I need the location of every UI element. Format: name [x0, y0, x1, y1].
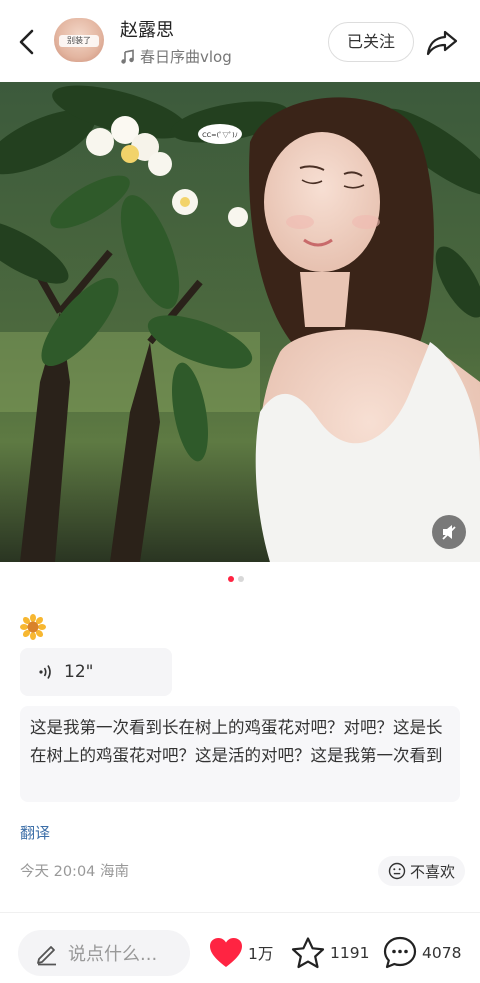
comment-placeholder: 说点什么... [68, 944, 158, 965]
dislike-button[interactable]: 不喜欢 [378, 856, 466, 886]
collect-count: 1191 [330, 944, 370, 962]
music-tag[interactable]: 春日序曲vlog [120, 46, 232, 67]
music-title: 春日序曲vlog [140, 48, 232, 66]
dislike-label: 不喜欢 [410, 862, 456, 881]
share-icon[interactable] [424, 24, 460, 60]
pencil-icon [37, 946, 56, 966]
music-note-icon [121, 49, 134, 64]
avatar-tag-text: 别装了 [59, 35, 99, 47]
author-name[interactable]: 赵露思 [120, 16, 174, 42]
sunflower-emoji-icon [20, 614, 46, 640]
photo-scene-image: CC=(ﾟ▽ﾟ)ﾉ [0, 82, 480, 562]
top-bar: 别装了 赵露思 春日序曲vlog 已关注 [0, 0, 480, 82]
post-photo[interactable]: CC=(ﾟ▽ﾟ)ﾉ [0, 82, 480, 562]
like-button[interactable]: 1万 [208, 932, 273, 974]
voice-duration: 12" [64, 662, 94, 682]
mute-button[interactable] [432, 515, 466, 549]
star-outline-icon [291, 937, 325, 969]
translate-link[interactable]: 翻译 [20, 822, 50, 843]
back-arrow-icon[interactable] [12, 26, 42, 58]
collect-button[interactable]: 1191 [290, 932, 369, 974]
carousel-dot-active [228, 576, 234, 582]
comment-bubble-icon [383, 936, 417, 969]
follow-button[interactable]: 已关注 [328, 22, 414, 62]
like-count: 1万 [248, 945, 274, 963]
speech-bubble-text: CC=(ﾟ▽ﾟ)ﾉ [202, 131, 238, 139]
comment-button[interactable]: 4078 [382, 932, 461, 974]
divider [0, 912, 480, 913]
post-text: 这是我第一次看到长在树上的鸡蛋花对吧？对吧？这是长在树上的鸡蛋花对吧？这是活的对… [20, 706, 460, 802]
carousel-indicator [228, 576, 244, 582]
comment-input[interactable]: 说点什么... [18, 930, 190, 976]
post-meta: 今天 20:04 海南 [20, 864, 130, 880]
carousel-dot [238, 576, 244, 582]
sound-wave-icon [39, 665, 51, 679]
speaker-icon [442, 525, 456, 540]
frown-face-icon [388, 862, 406, 880]
heart-filled-icon [210, 938, 242, 967]
comment-count: 4078 [422, 944, 462, 962]
voice-message[interactable]: 12" [20, 648, 172, 696]
author-avatar[interactable]: 别装了 [54, 18, 104, 62]
